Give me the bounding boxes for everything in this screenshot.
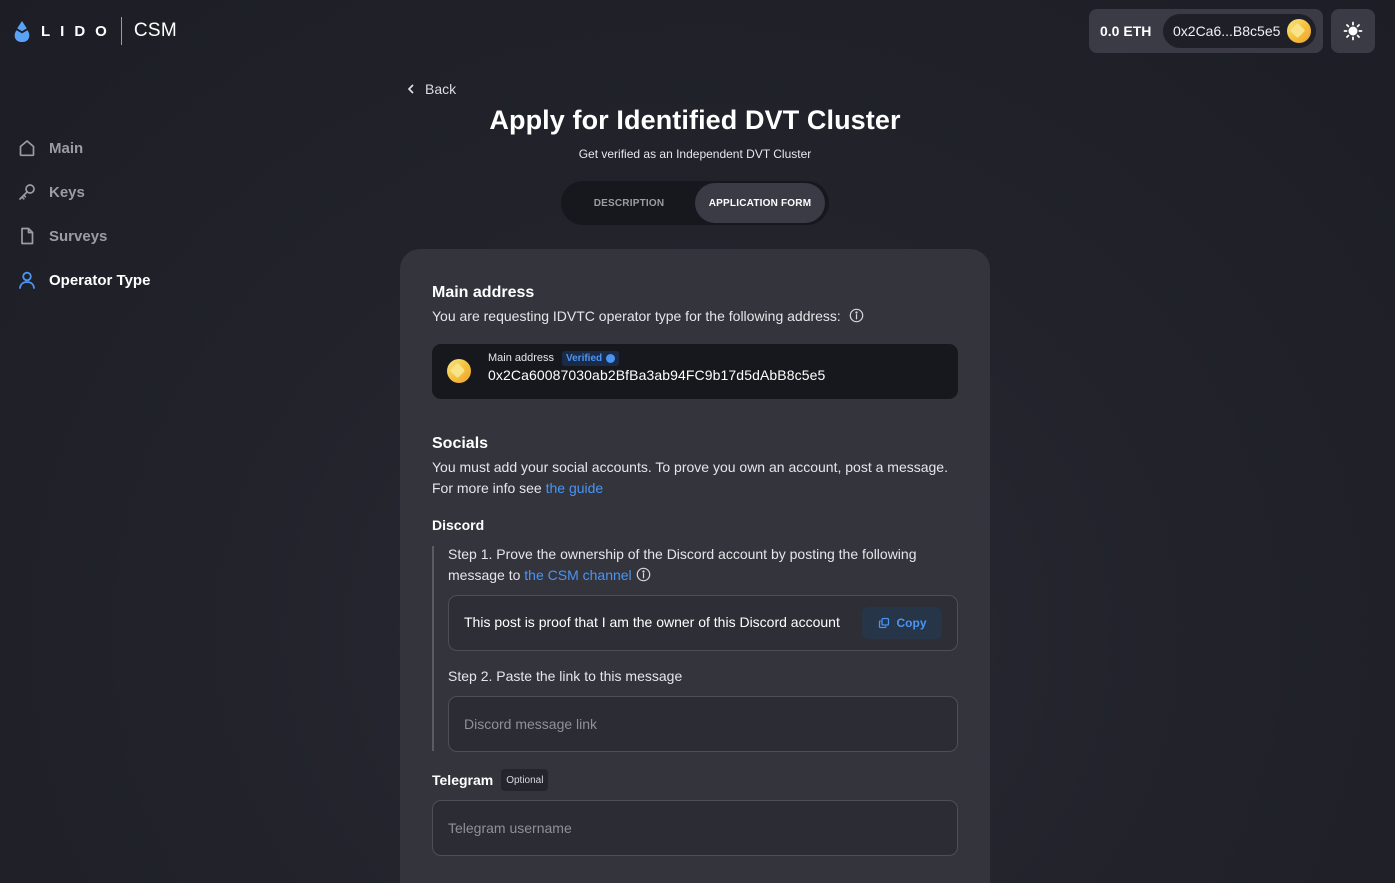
check-circle-icon	[606, 354, 616, 363]
socials-guide-prefix: For more info see	[432, 480, 546, 496]
discord-steps-divider	[432, 546, 434, 751]
logo-word: LIDO	[41, 22, 117, 40]
discord-step2-text: Step 2. Paste the link to this message	[448, 668, 683, 684]
main-address-description: You are requesting IDVTC operator type f…	[432, 306, 864, 327]
guide-link[interactable]: the guide	[546, 480, 604, 496]
file-icon	[16, 225, 38, 247]
sidebar-item-label: Surveys	[49, 227, 108, 245]
page-subtitle: Get verified as an Independent DVT Clust…	[578, 147, 812, 161]
logo-product: CSM	[133, 20, 177, 41]
discord-proof-message: This post is proof that I am the owner o…	[464, 614, 840, 630]
telegram-username-input[interactable]	[432, 800, 958, 856]
sidebar-item-operator-type[interactable]: Operator Type	[16, 258, 216, 302]
key-icon	[16, 181, 38, 203]
verified-label: Verified	[566, 353, 603, 364]
sidebar-item-keys[interactable]: Keys	[16, 170, 216, 214]
socials-guide-line: For more info see the guide	[432, 478, 972, 499]
sidebar-item-surveys[interactable]: Surveys	[16, 214, 216, 258]
info-icon[interactable]	[636, 567, 651, 582]
logo-divider	[120, 17, 122, 45]
tab-switcher: DESCRIPTION APPLICATION FORM	[561, 181, 829, 225]
sun-icon	[1343, 21, 1363, 41]
main-address-value: 0x2Ca60087030ab2BfBa3ab94FC9b17d5dAbB8c5…	[488, 367, 826, 383]
copy-button[interactable]: Copy	[862, 607, 942, 639]
wallet-widget[interactable]: 0.0 ETH 0x2Ca6...B8c5e5	[1089, 9, 1323, 53]
application-form-card: Main address You are requesting IDVTC op…	[400, 249, 990, 883]
wallet-balance: 0.0 ETH	[1100, 23, 1152, 39]
wallet-avatar-icon	[1287, 19, 1311, 43]
telegram-title: Telegram	[432, 772, 494, 788]
socials-description: You must add your social accounts. To pr…	[432, 457, 972, 499]
verified-badge: Verified	[562, 351, 620, 366]
socials-description-text: You must add your social accounts. To pr…	[432, 459, 948, 475]
sidebar-item-main[interactable]: Main	[16, 126, 216, 170]
wallet-address-pill[interactable]: 0x2Ca6...B8c5e5	[1163, 14, 1316, 48]
telegram-header: Telegram Optional	[432, 769, 549, 791]
page-title: Apply for Identified DVT Cluster	[489, 105, 901, 135]
user-icon	[16, 269, 38, 291]
wallet-address: 0x2Ca6...B8c5e5	[1173, 23, 1281, 39]
copy-icon	[878, 617, 889, 629]
discord-step1: Step 1. Prove the ownership of the Disco…	[448, 544, 948, 586]
theme-toggle-button[interactable]	[1331, 9, 1375, 53]
address-avatar-icon	[447, 359, 471, 383]
sidebar-item-label: Main	[49, 139, 84, 157]
sidebar-item-label: Operator Type	[49, 271, 151, 289]
copy-label: Copy	[896, 616, 927, 630]
lido-logo[interactable]: LIDO CSM	[14, 16, 177, 46]
main-address-description-text: You are requesting IDVTC operator type f…	[432, 308, 841, 324]
discord-step1-text: Step 1. Prove the ownership of the Disco…	[448, 546, 917, 583]
back-label: Back	[425, 81, 457, 97]
back-link[interactable]: Back	[405, 81, 456, 97]
lido-drop-icon	[14, 21, 30, 42]
info-icon[interactable]	[849, 308, 864, 323]
sidebar-item-label: Keys	[49, 183, 85, 201]
csm-channel-link[interactable]: the CSM channel	[524, 567, 631, 583]
chevron-left-icon	[408, 84, 414, 94]
main-address-box: Main address Verified 0x2Ca60087030ab2Bf…	[432, 344, 958, 399]
socials-title: Socials	[432, 435, 489, 452]
tab-description[interactable]: DESCRIPTION	[563, 183, 695, 223]
home-icon	[16, 137, 38, 159]
discord-title: Discord	[432, 517, 485, 533]
main-address-label: Main address	[488, 352, 555, 364]
discord-proof-message-box: This post is proof that I am the owner o…	[448, 595, 958, 651]
sidebar: Main Keys Surveys Operator Type	[16, 126, 216, 302]
main-address-title: Main address	[432, 284, 535, 301]
discord-message-link-input[interactable]	[448, 696, 958, 752]
tab-application-form[interactable]: APPLICATION FORM	[695, 183, 825, 223]
optional-badge: Optional	[501, 769, 549, 791]
